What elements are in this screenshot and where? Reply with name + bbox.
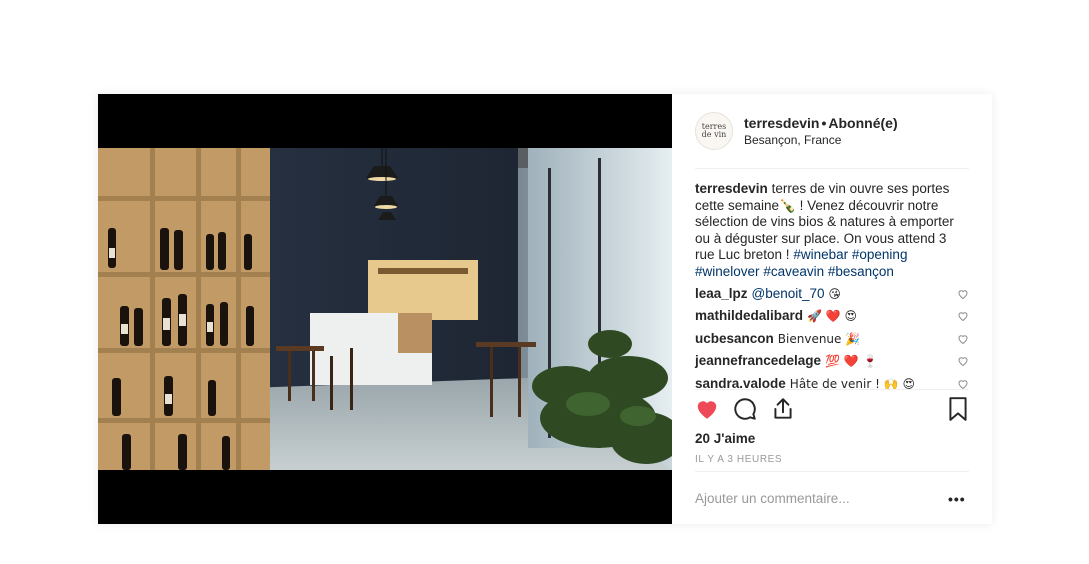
bookmark-icon[interactable] — [945, 396, 971, 422]
comment-text: 💯 ❤️ 🍷 — [825, 354, 878, 369]
hashtag-opening[interactable]: #opening — [852, 247, 908, 262]
comment-text: 🚀 ❤️ 😍 — [807, 309, 858, 324]
wine-bar-interior-image — [98, 148, 672, 470]
post-timestamp: IL Y A 3 HEURES — [695, 454, 783, 465]
comment-item: mathildedalibard 🚀 ❤️ 😍 — [695, 307, 975, 329]
comment-bubble-icon[interactable] — [732, 396, 758, 422]
location-link[interactable]: Besançon, France — [744, 133, 841, 147]
post-photo — [98, 148, 672, 470]
username-link[interactable]: terresdevin — [744, 115, 819, 131]
add-comment-input[interactable]: Ajouter un commentaire... — [695, 491, 850, 506]
comment-item: leaa_lpz @benoit_70 😘 — [695, 285, 975, 307]
post-caption: terresdevin terres de vin ouvre ses port… — [695, 181, 969, 280]
follow-status[interactable]: Abonné(e) — [828, 115, 897, 131]
separator-dot: • — [821, 115, 827, 131]
caption-username[interactable]: terresdevin — [695, 181, 768, 196]
comment-username[interactable]: mathildedalibard — [695, 308, 803, 323]
heart-outline-icon[interactable] — [957, 355, 969, 367]
share-icon[interactable] — [770, 396, 796, 422]
avatar[interactable]: terres de vin — [695, 112, 733, 150]
comment-item: jeannefrancedelage 💯 ❤️ 🍷 — [695, 352, 975, 374]
comment-text: 😘 — [824, 287, 841, 301]
comment-username[interactable]: leaa_lpz — [695, 286, 748, 301]
instagram-post-embed: terres de vin terresdevin • Abonné(e) Besa… — [98, 94, 992, 524]
header-divider — [695, 168, 969, 169]
comment-list: leaa_lpz @benoit_70 😘 mathildedalibard 🚀 ❤… — [695, 285, 975, 397]
hashtag-caveavin[interactable]: #caveavin — [763, 264, 824, 279]
heart-outline-icon[interactable] — [957, 288, 969, 300]
like-count[interactable]: 20 J'aime — [695, 431, 755, 446]
comment-username[interactable]: jeannefrancedelage — [695, 353, 821, 368]
comment-item: ucbesancon Bienvenue 🎉 — [695, 330, 975, 352]
heart-filled-icon[interactable] — [694, 396, 720, 422]
post-header: terres de vin terresdevin • Abonné(e) Besa… — [672, 94, 992, 168]
hashtag-winelover[interactable]: #winelover — [695, 264, 760, 279]
hashtag-besancon[interactable]: #besançon — [828, 264, 894, 279]
comment-item: sandra.valode Hâte de venir ! 🙌 😍 — [695, 375, 975, 397]
avatar-text-bottom: de vin — [701, 130, 727, 139]
more-options-icon[interactable]: ••• — [948, 491, 966, 507]
comment-box-divider — [695, 471, 969, 472]
actions-divider — [695, 389, 969, 390]
post-side-panel: terres de vin terresdevin • Abonné(e) Besa… — [672, 94, 992, 524]
heart-outline-icon[interactable] — [957, 378, 969, 390]
comment-username[interactable]: ucbesancon — [695, 331, 774, 346]
heart-outline-icon[interactable] — [957, 333, 969, 345]
comment-mention[interactable]: @benoit_70 — [752, 286, 825, 301]
header-user-line: terresdevin • Abonné(e) — [744, 115, 898, 131]
comment-text: Bienvenue 🎉 — [777, 331, 861, 346]
action-bar — [694, 396, 972, 424]
hashtag-winebar[interactable]: #winebar — [793, 247, 848, 262]
heart-outline-icon[interactable] — [957, 310, 969, 322]
post-media[interactable] — [98, 94, 672, 524]
